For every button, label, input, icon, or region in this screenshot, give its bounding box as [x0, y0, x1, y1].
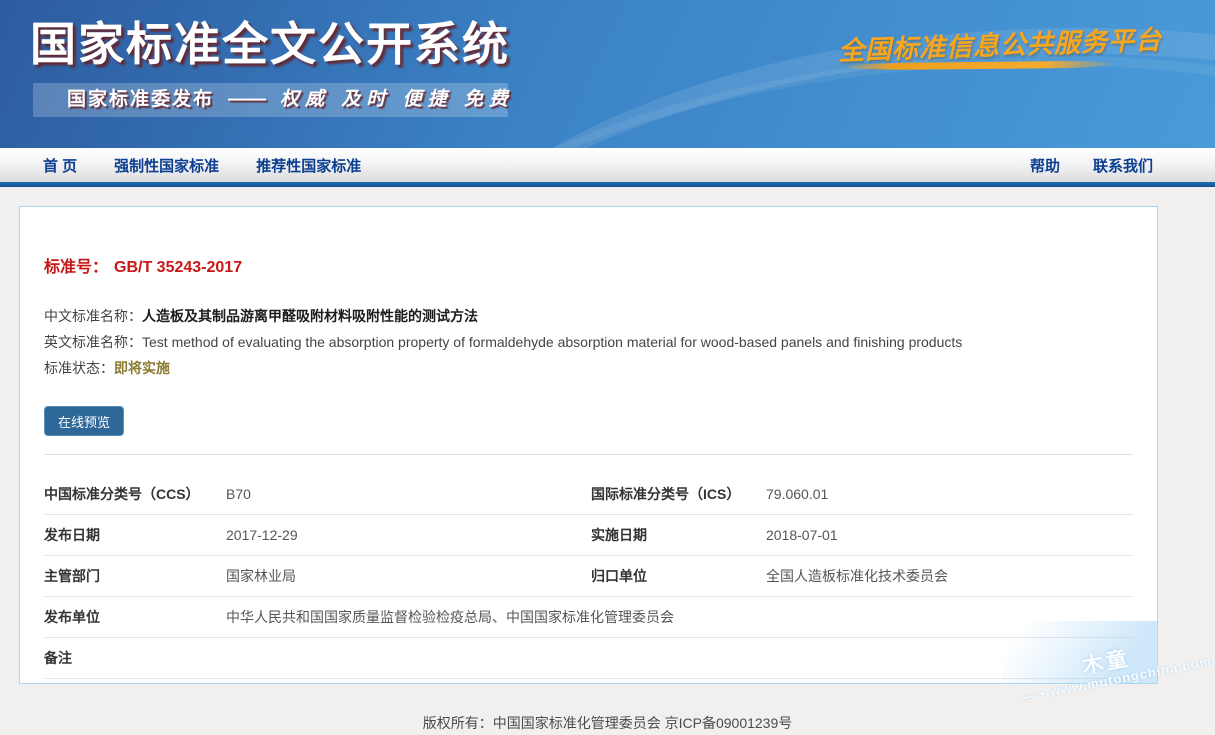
- table-row: 发布单位 中华人民共和国国家质量监督检验检疫总局、中国国家标准化管理委员会: [44, 597, 1133, 638]
- committee-value: 全国人造板标准化技术委员会: [766, 566, 1133, 586]
- cn-name-value: 人造板及其制品游离甲醛吸附材料吸附性能的测试方法: [142, 308, 478, 324]
- publish-date-value: 2017-12-29: [226, 527, 591, 543]
- authority-value: 国家林业局: [226, 566, 591, 586]
- nav-item-home[interactable]: 首 页: [43, 155, 77, 176]
- nav-item-mandatory-standards[interactable]: 强制性国家标准: [114, 155, 219, 176]
- watermark-decor-left: — •: [1021, 686, 1048, 705]
- implement-date-label: 实施日期: [591, 525, 766, 545]
- main-nav-inner: 首 页 强制性国家标准 推荐性国家标准 帮助 联系我们: [19, 148, 1158, 182]
- cn-name-label: 中文标准名称：: [44, 308, 142, 324]
- banner-dash: ——: [228, 89, 266, 110]
- authority-label: 主管部门: [44, 566, 226, 586]
- cn-name-row: 中文标准名称：人造板及其制品游离甲醛吸附材料吸附性能的测试方法: [44, 303, 1133, 329]
- ccs-value: B70: [226, 486, 591, 502]
- main-nav: 首 页 强制性国家标准 推荐性国家标准 帮助 联系我们: [0, 148, 1215, 182]
- site-header: 国家标准全文公开系统 国家标准委发布——权威 及时 便捷 免费 全国标准信息公共…: [0, 0, 1215, 148]
- standard-number-value: GB/T 35243-2017: [114, 259, 242, 276]
- table-row: 备注: [44, 638, 1133, 679]
- nav-item-recommended-standards[interactable]: 推荐性国家标准: [256, 155, 361, 176]
- table-row: 中国标准分类号（CCS） B70 国际标准分类号（ICS） 79.060.01: [44, 474, 1133, 515]
- publish-date-label: 发布日期: [44, 525, 226, 545]
- committee-label: 归口单位: [591, 566, 766, 586]
- ccs-label: 中国标准分类号（CCS）: [44, 484, 226, 504]
- banner-publisher: 国家标准委发布: [67, 89, 214, 110]
- en-name-value: Test method of evaluating the absorption…: [142, 334, 962, 350]
- issuer-value: 中华人民共和国国家质量监督检验检疫总局、中国国家标准化管理委员会: [226, 607, 1133, 627]
- en-name-label: 英文标准名称：: [44, 334, 142, 350]
- table-row: 发布日期 2017-12-29 实施日期 2018-07-01: [44, 515, 1133, 556]
- nav-bottom-border: [0, 182, 1215, 187]
- en-name-row: 英文标准名称：Test method of evaluating the abs…: [44, 329, 1133, 355]
- footer-copyright: 版权所有：中国国家标准化管理委员会 京ICP备09001239号: [0, 713, 1215, 733]
- nav-item-contact[interactable]: 联系我们: [1093, 155, 1153, 176]
- table-row: 主管部门 国家林业局 归口单位 全国人造板标准化技术委员会: [44, 556, 1133, 597]
- status-label: 标准状态：: [44, 360, 114, 376]
- banner-slogan: 权威 及时 便捷 免费: [280, 89, 514, 110]
- status-row: 标准状态：即将实施: [44, 355, 1133, 381]
- standard-details-table: 中国标准分类号（CCS） B70 国际标准分类号（ICS） 79.060.01 …: [44, 474, 1133, 679]
- online-preview-button[interactable]: 在线预览: [44, 406, 124, 436]
- publisher-banner: 国家标准委发布——权威 及时 便捷 免费: [33, 83, 508, 117]
- standard-number-row: 标准号： GB/T 35243-2017: [44, 207, 1133, 277]
- nav-item-help[interactable]: 帮助: [1030, 155, 1060, 176]
- remarks-label: 备注: [44, 648, 226, 668]
- standard-detail-card: 标准号： GB/T 35243-2017 中文标准名称：人造板及其制品游离甲醛吸附…: [19, 206, 1158, 684]
- status-badge: 即将实施: [114, 360, 170, 376]
- ics-label: 国际标准分类号（ICS）: [591, 484, 766, 504]
- standard-number-label: 标准号：: [44, 259, 108, 276]
- standard-names-block: 中文标准名称：人造板及其制品游离甲醛吸附材料吸附性能的测试方法 英文标准名称：T…: [44, 303, 1133, 381]
- ics-value: 79.060.01: [766, 486, 1133, 502]
- section-divider: [44, 454, 1133, 455]
- site-title: 国家标准全文公开系统: [30, 8, 510, 74]
- issuer-label: 发布单位: [44, 607, 226, 627]
- implement-date-value: 2018-07-01: [766, 527, 1133, 543]
